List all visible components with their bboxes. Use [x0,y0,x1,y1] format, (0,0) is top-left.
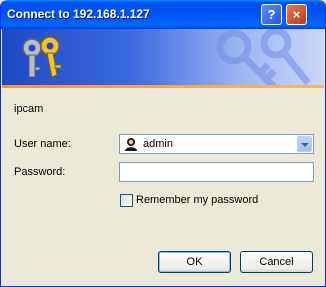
window-title: Connect to 192.168.1.127 [7,7,150,21]
user-icon [125,138,137,151]
remember-password-label[interactable]: Remember my password [136,194,258,206]
password-label: Password: [14,166,66,178]
cancel-button[interactable]: Cancel [240,251,313,273]
connect-dialog: Connect to 192.168.1.127 ? × ipcam User … [0,0,326,287]
ok-button[interactable]: OK [158,251,231,273]
realm-label: ipcam [14,103,44,115]
password-field[interactable] [119,162,314,182]
close-button[interactable]: × [286,4,307,25]
keys-watermark-icon [216,29,311,85]
username-label: User name: [14,138,71,150]
dialog-banner [2,29,324,85]
username-combobox[interactable]: admin [119,134,314,154]
remember-password-checkbox[interactable] [120,194,133,207]
keys-icon [22,36,62,78]
title-bar[interactable]: Connect to 192.168.1.127 ? × [1,0,325,29]
dropdown-arrow-icon[interactable] [297,136,312,152]
banner-accent-line [2,85,324,88]
help-button[interactable]: ? [261,4,282,25]
username-value: admin [143,138,173,150]
